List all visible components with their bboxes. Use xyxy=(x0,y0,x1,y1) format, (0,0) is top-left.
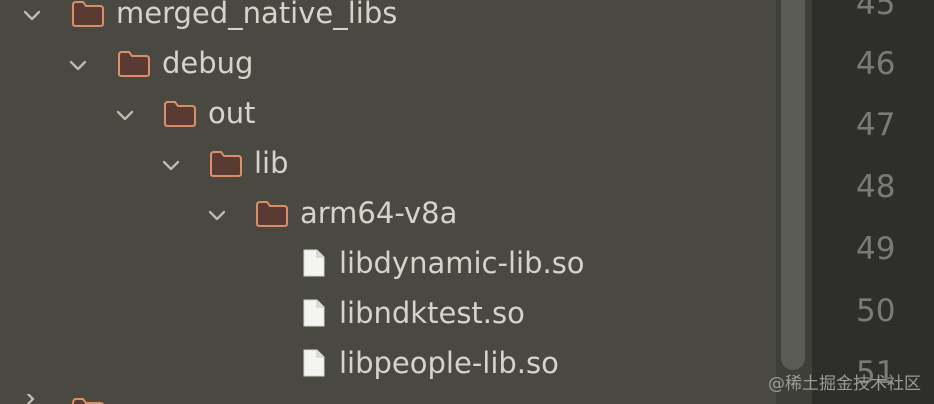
line-number: 47 xyxy=(856,107,896,143)
chevron-down-icon[interactable] xyxy=(114,104,136,126)
folder-icon xyxy=(72,1,104,27)
tree-item-libdynamic-lib-so[interactable]: libdynamic-lib.so xyxy=(0,246,776,298)
chevron-right-icon[interactable] xyxy=(21,394,43,404)
folder-icon xyxy=(164,101,196,127)
tree-item-out[interactable]: out xyxy=(0,96,776,148)
file-icon xyxy=(303,249,325,277)
folder-icon xyxy=(210,151,242,177)
tree-item-arm64-v8a[interactable]: arm64-v8a xyxy=(0,196,776,248)
tree-item-libpeople-lib-so[interactable]: libpeople-lib.so xyxy=(0,346,776,398)
tree-item-debug[interactable]: debug xyxy=(0,46,776,98)
tree-item-label: debug xyxy=(162,46,254,80)
ide-window: merged_native_libs debug out lib arm64-v… xyxy=(0,0,934,404)
folder-icon xyxy=(256,201,288,227)
tree-item-label: libdynamic-lib.so xyxy=(339,246,585,280)
tree-item-merged-native-libs[interactable]: merged_native_libs xyxy=(0,0,776,48)
tree-item-label: arm64-v8a xyxy=(300,196,458,230)
watermark: @稀土掘金技术社区 xyxy=(768,374,921,394)
folder-icon xyxy=(118,51,150,77)
project-tree[interactable]: merged_native_libs debug out lib arm64-v… xyxy=(0,0,776,404)
line-number: 45 xyxy=(856,0,896,22)
file-icon xyxy=(303,349,325,377)
line-number: 49 xyxy=(856,231,896,267)
chevron-down-icon[interactable] xyxy=(160,154,182,176)
line-number: 48 xyxy=(856,169,896,205)
tree-item-libndktest-so[interactable]: libndktest.so xyxy=(0,296,776,348)
tree-item-lib[interactable]: lib xyxy=(0,146,776,198)
tree-item-label: lib xyxy=(254,146,289,180)
line-number: 46 xyxy=(856,46,896,82)
tree-item-partial[interactable] xyxy=(0,392,776,404)
chevron-down-icon[interactable] xyxy=(21,4,43,26)
chevron-down-icon[interactable] xyxy=(67,54,89,76)
chevron-down-icon[interactable] xyxy=(206,204,228,226)
folder-icon xyxy=(72,398,104,404)
tree-item-label: libpeople-lib.so xyxy=(339,346,559,380)
file-icon xyxy=(303,299,325,327)
tree-scrollbar-thumb[interactable] xyxy=(781,0,805,370)
line-number: 50 xyxy=(856,293,896,329)
tree-item-label: merged_native_libs xyxy=(116,0,398,30)
tree-item-label: libndktest.so xyxy=(339,296,525,330)
tree-item-label: out xyxy=(208,96,256,130)
